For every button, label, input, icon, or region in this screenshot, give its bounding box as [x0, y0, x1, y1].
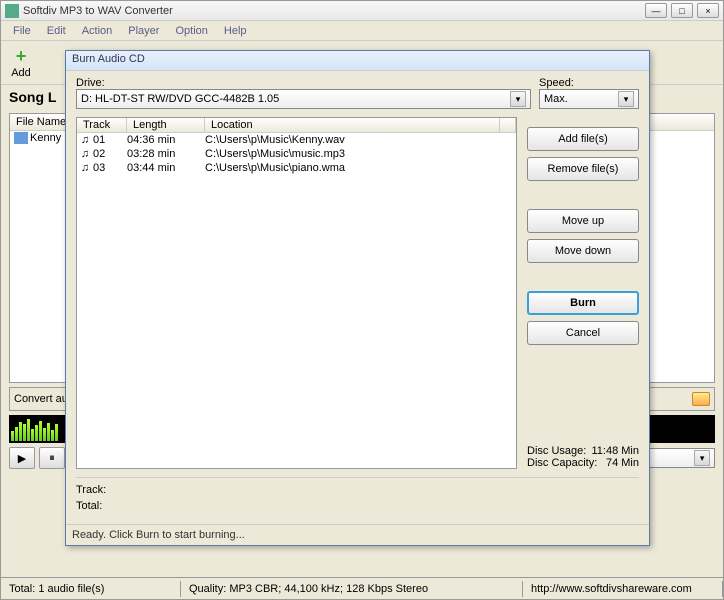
menu-option[interactable]: Option: [167, 23, 215, 39]
chevron-down-icon: ▾: [694, 450, 710, 466]
track-num: 01: [91, 134, 127, 146]
drive-row: Drive: D: HL-DT-ST RW/DVD GCC-4482B 1.05…: [76, 77, 639, 109]
menu-player[interactable]: Player: [120, 23, 167, 39]
status-url: http://www.softdivshareware.com: [523, 581, 723, 597]
window-controls: — □ ×: [645, 3, 719, 18]
total-progress-label: Total:: [76, 498, 639, 514]
col-location[interactable]: Location: [205, 118, 500, 132]
disc-usage: Disc Usage: 11:48 Min Disc Capacity: 74 …: [527, 405, 639, 469]
chevron-down-icon: ▾: [510, 91, 526, 107]
speed-value: Max.: [544, 93, 568, 105]
drive-value: D: HL-DT-ST RW/DVD GCC-4482B 1.05: [81, 93, 279, 105]
dialog-title: Burn Audio CD: [66, 51, 649, 71]
track-location: C:\Users\p\Music\piano.wma: [205, 162, 514, 174]
music-note-icon: ♫: [79, 148, 91, 160]
col-length[interactable]: Length: [127, 118, 205, 132]
add-label: Add: [11, 67, 31, 79]
track-num: 02: [91, 148, 127, 160]
add-files-button[interactable]: Add file(s): [527, 127, 639, 151]
close-button[interactable]: ×: [697, 3, 719, 18]
move-up-button[interactable]: Move up: [527, 209, 639, 233]
track-row[interactable]: ♫ 02 03:28 min C:\Users\p\Music\music.mp…: [77, 147, 516, 161]
burn-button[interactable]: Burn: [527, 291, 639, 315]
col-spacer: [500, 118, 516, 132]
dialog-body: Drive: D: HL-DT-ST RW/DVD GCC-4482B 1.05…: [66, 71, 649, 524]
remove-files-button[interactable]: Remove file(s): [527, 157, 639, 181]
menu-file[interactable]: File: [5, 23, 39, 39]
menu-bar: File Edit Action Player Option Help: [1, 21, 723, 41]
chevron-down-icon: ▾: [618, 91, 634, 107]
track-length: 03:44 min: [127, 162, 205, 174]
burn-cd-dialog: Burn Audio CD Drive: D: HL-DT-ST RW/DVD …: [65, 50, 650, 546]
track-progress-label: Track:: [76, 482, 639, 498]
track-list[interactable]: Track Length Location ♫ 01 04:36 min C:\…: [76, 117, 517, 469]
track-length: 03:28 min: [127, 148, 205, 160]
menu-help[interactable]: Help: [216, 23, 255, 39]
play-button[interactable]: ▶: [9, 447, 35, 469]
drive-field: Drive: D: HL-DT-ST RW/DVD GCC-4482B 1.05…: [76, 77, 531, 109]
add-button[interactable]: + Add: [5, 45, 37, 81]
drive-label: Drive:: [76, 77, 531, 89]
middle-row: Track Length Location ♫ 01 04:36 min C:\…: [76, 117, 639, 469]
speed-field: Speed: Max. ▾: [539, 77, 639, 109]
track-list-header: Track Length Location: [77, 118, 516, 133]
col-track[interactable]: Track: [77, 118, 127, 132]
speed-label: Speed:: [539, 77, 639, 89]
drive-select[interactable]: D: HL-DT-ST RW/DVD GCC-4482B 1.05 ▾: [76, 89, 531, 109]
pause-button[interactable]: ⏸: [39, 447, 65, 469]
dialog-status: Ready. Click Burn to start burning...: [66, 524, 649, 545]
menu-edit[interactable]: Edit: [39, 23, 74, 39]
capacity-label: Disc Capacity:: [527, 457, 597, 469]
audio-file-icon: [14, 132, 28, 144]
music-note-icon: ♫: [79, 162, 91, 174]
speed-select[interactable]: Max. ▾: [539, 89, 639, 109]
dialog-buttons: Add file(s) Remove file(s) Move up Move …: [527, 117, 639, 469]
app-icon: [5, 4, 19, 18]
usage-label: Disc Usage:: [527, 445, 586, 457]
plus-icon: +: [11, 47, 31, 67]
track-location: C:\Users\p\Music\Kenny.wav: [205, 134, 514, 146]
minimize-button[interactable]: —: [645, 3, 667, 18]
folder-icon[interactable]: [692, 392, 710, 406]
capacity-value: 74 Min: [606, 457, 639, 469]
track-num: 03: [91, 162, 127, 174]
menu-action[interactable]: Action: [74, 23, 121, 39]
title-bar: Softdiv MP3 to WAV Converter — □ ×: [1, 1, 723, 21]
track-length: 04:36 min: [127, 134, 205, 146]
app-title: Softdiv MP3 to WAV Converter: [23, 5, 645, 17]
status-total: Total: 1 audio file(s): [1, 581, 181, 597]
usage-value: 11:48 Min: [592, 445, 640, 457]
status-bar: Total: 1 audio file(s) Quality: MP3 CBR;…: [1, 577, 723, 599]
music-note-icon: ♫: [79, 134, 91, 146]
file-name: Kenny: [30, 132, 61, 144]
track-row[interactable]: ♫ 03 03:44 min C:\Users\p\Music\piano.wm…: [77, 161, 516, 175]
progress-section: Track: Total:: [76, 477, 639, 518]
cancel-button[interactable]: Cancel: [527, 321, 639, 345]
track-location: C:\Users\p\Music\music.mp3: [205, 148, 514, 160]
maximize-button[interactable]: □: [671, 3, 693, 18]
move-down-button[interactable]: Move down: [527, 239, 639, 263]
convert-label: Convert au: [14, 393, 68, 405]
track-row[interactable]: ♫ 01 04:36 min C:\Users\p\Music\Kenny.wa…: [77, 133, 516, 147]
status-quality: Quality: MP3 CBR; 44,100 kHz; 128 Kbps S…: [181, 581, 523, 597]
